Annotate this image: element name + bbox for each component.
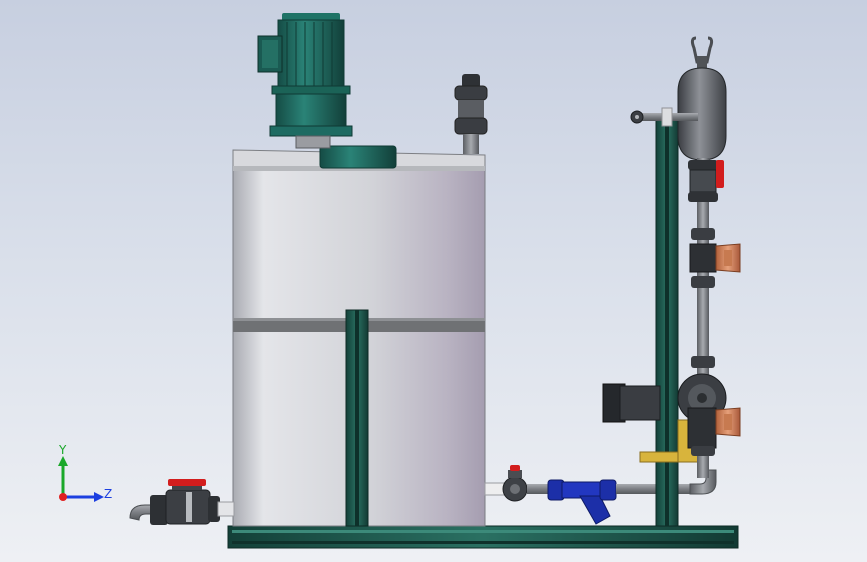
storage-tank bbox=[232, 145, 486, 527]
y-axis-label: Y bbox=[58, 443, 67, 457]
z-axis-label: Z bbox=[104, 487, 112, 501]
dosing-system-assembly: Y Z bbox=[58, 13, 741, 549]
pulsation-dampener bbox=[630, 36, 727, 161]
suction-line bbox=[484, 465, 717, 525]
cad-viewport[interactable]: Y Z bbox=[0, 0, 867, 562]
lid-inlet-valve bbox=[454, 74, 488, 154]
base-skid bbox=[227, 525, 739, 549]
tank-outlet-valve bbox=[129, 479, 235, 525]
agitator-motor bbox=[257, 13, 353, 149]
lid-hatch bbox=[319, 145, 397, 169]
coordinate-triad: Y Z bbox=[58, 443, 112, 502]
x-axis-origin bbox=[59, 493, 67, 501]
y-strainer bbox=[547, 479, 617, 525]
